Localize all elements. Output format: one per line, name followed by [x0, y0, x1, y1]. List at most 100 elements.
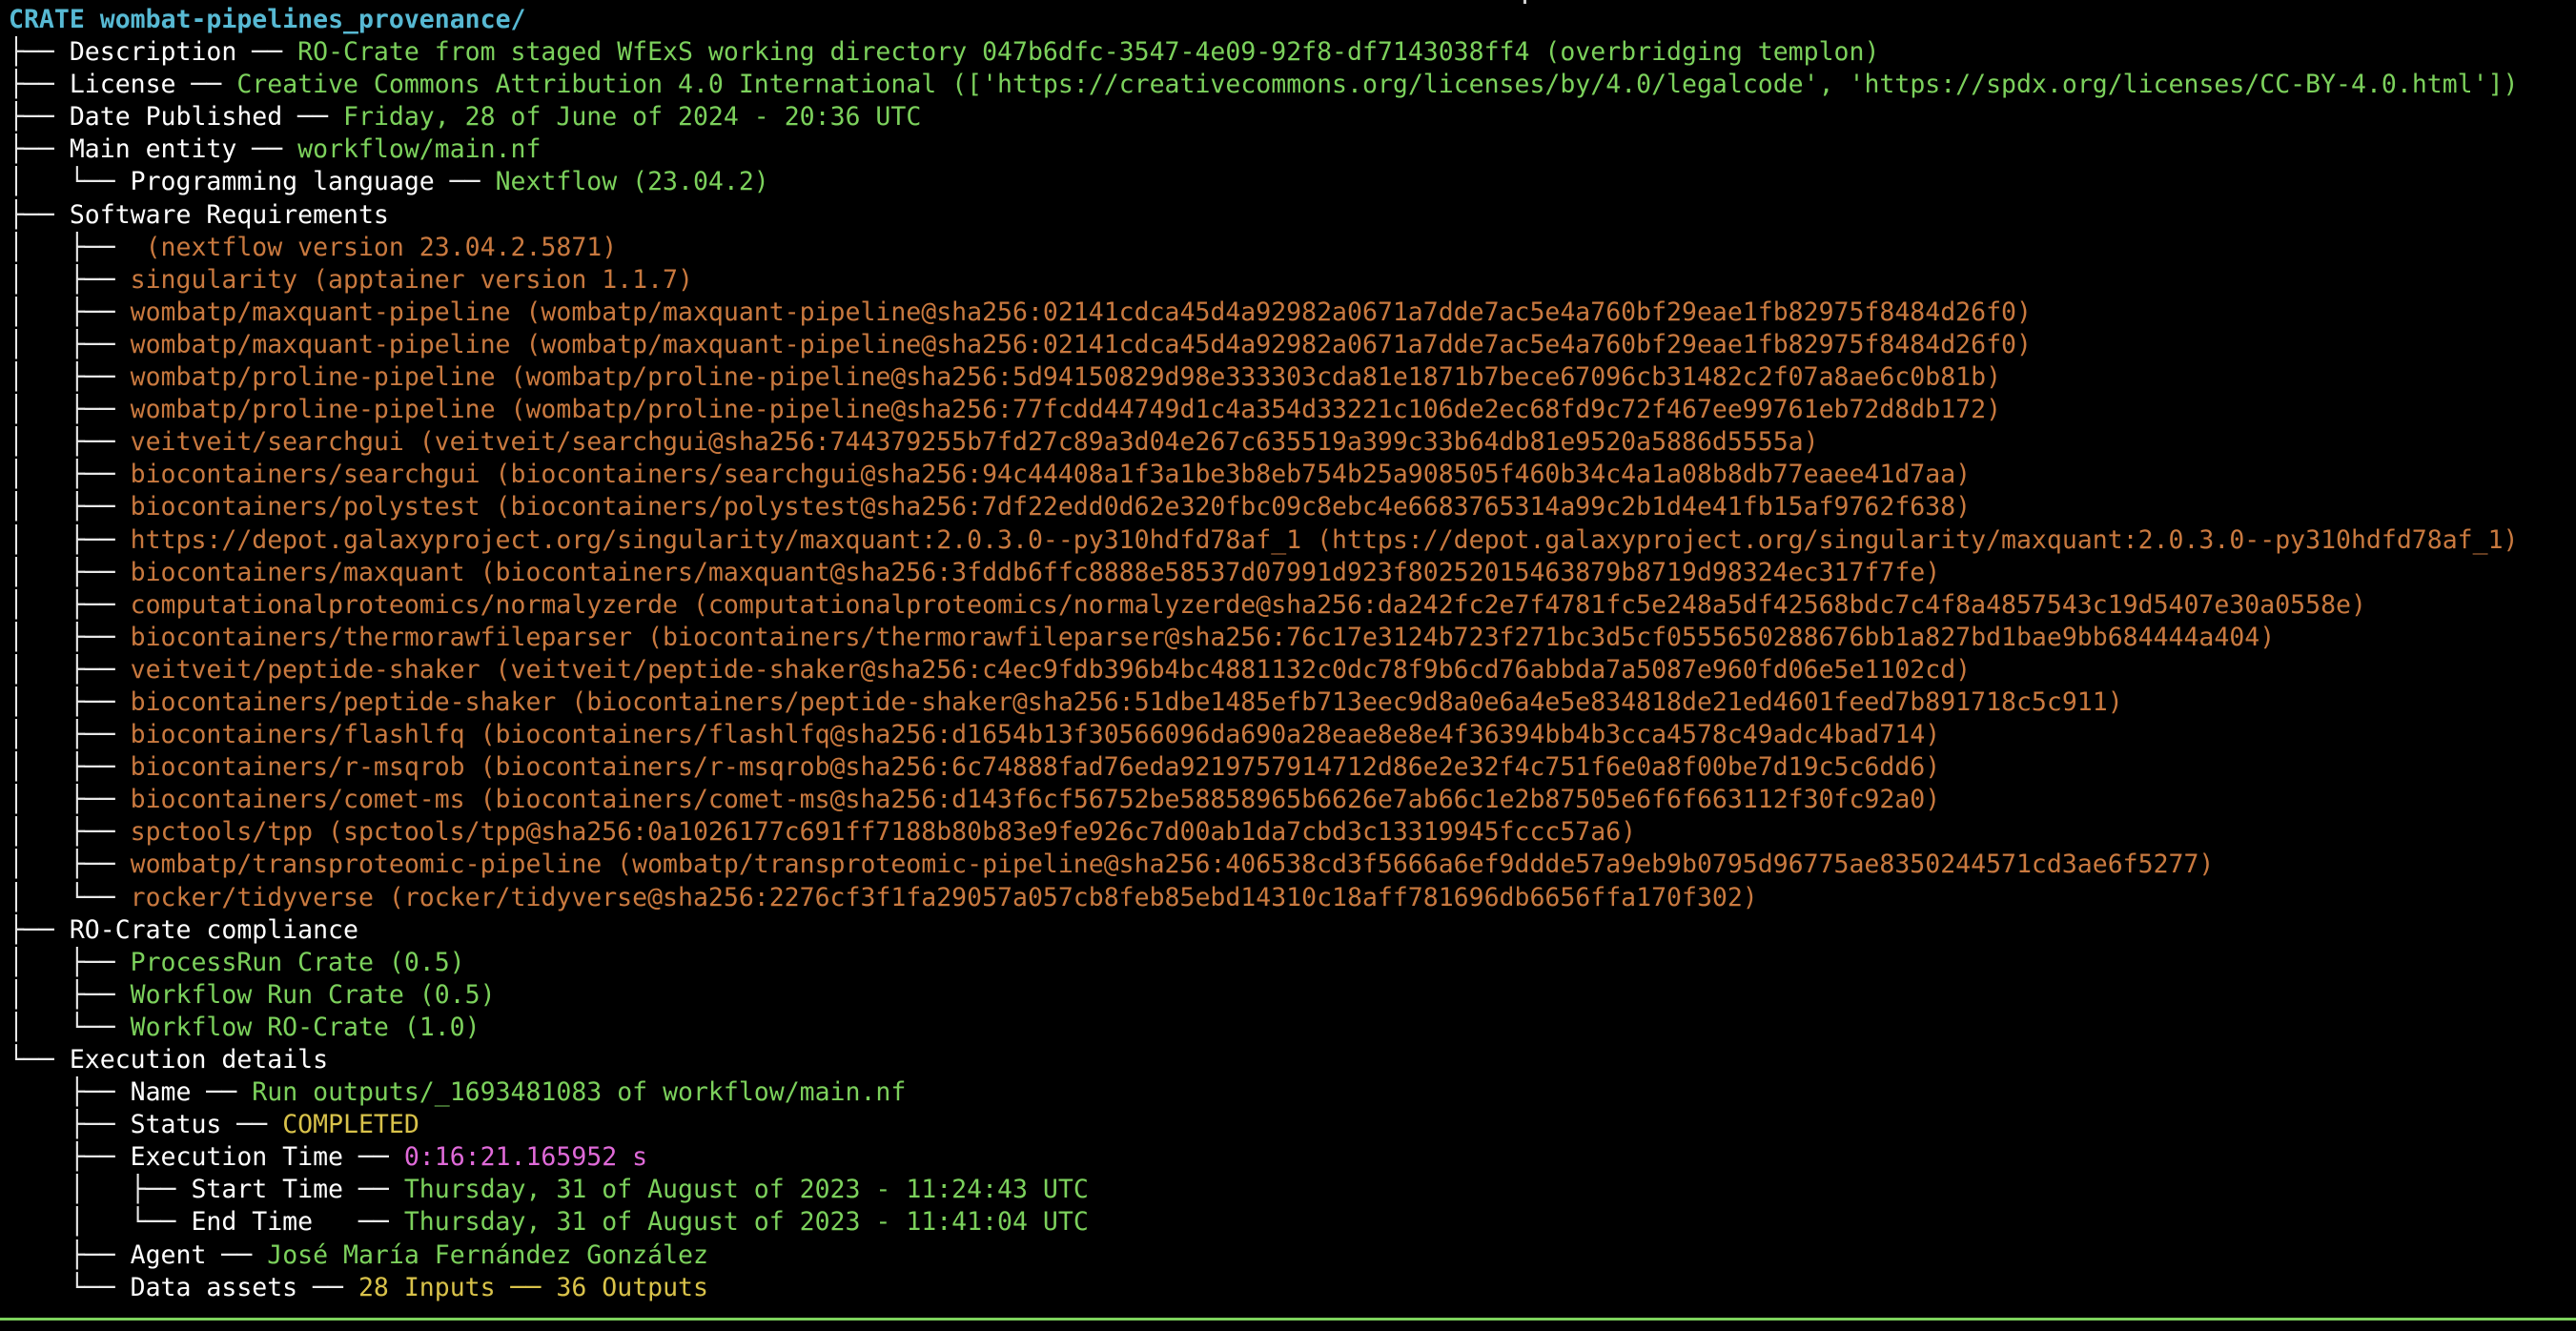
tree-branch: │ ├──	[9, 589, 131, 620]
data-assets-separator-post	[541, 1273, 556, 1302]
description-label: Description	[69, 37, 237, 68]
software-requirement-item: │ ├── wombatp/maxquant-pipeline (wombatp…	[9, 329, 2573, 361]
software-requirement-item-value: singularity (apptainer version 1.1.7)	[130, 264, 693, 295]
software-requirement-item: │ ├── biocontainers/searchgui (biocontai…	[9, 459, 2573, 491]
software-requirement-item-value: spctools/tpp (spctools/tpp@sha256:0a1026…	[130, 817, 1637, 848]
end-time-label: End Time	[191, 1207, 343, 1238]
data-assets-outputs: 36 Outputs	[556, 1272, 708, 1302]
tree-branch: │ ├──	[9, 947, 131, 977]
tree-branch: │ ├──	[9, 264, 131, 295]
software-requirement-item-value: wombatp/transproteomic-pipeline (wombatp…	[130, 850, 2215, 880]
separator: ──	[434, 167, 496, 197]
compliance-label: RO-Crate compliance	[69, 914, 358, 945]
data-assets-inputs: 28 Inputs	[358, 1272, 496, 1302]
data-assets-separator-pre	[496, 1273, 511, 1302]
separator: ──	[175, 70, 237, 100]
data-assets-row: └── Data assets ── 28 Inputs ── 36 Outpu…	[9, 1272, 2573, 1304]
software-requirement-item-value: biocontainers/r-msqrob (biocontainers/r-…	[130, 752, 1941, 783]
software-requirement-item-value: veitveit/peptide-shaker (veitveit/peptid…	[130, 654, 1972, 685]
terminal-output: CRATE wombat-pipelines_provenance/ ├── D…	[9, 4, 2573, 1304]
tree-branch: │ └──	[9, 1012, 131, 1042]
software-requirement-item: │ ├── biocontainers/polystest (biocontai…	[9, 491, 2573, 523]
main-entity-label: Main entity	[69, 134, 237, 165]
compliance-list: │ ├── ProcessRun Crate (0.5) │ ├── Workfl…	[9, 947, 2573, 1044]
execution-name-row: ├── Name ── Run outputs/_1693481083 of w…	[9, 1076, 2573, 1109]
tree-branch: ├──	[9, 1110, 131, 1140]
compliance-item: │ ├── Workflow Run Crate (0.5)	[9, 979, 2573, 1012]
tree-branch: │ └──	[9, 167, 131, 197]
tree-branch: │ └──	[9, 1207, 192, 1238]
license-label: License	[69, 70, 176, 100]
software-requirement-item: │ ├── wombatp/proline-pipeline (wombatp/…	[9, 394, 2573, 426]
software-requirement-item-value: biocontainers/thermorawfileparser (bioco…	[130, 622, 2276, 652]
software-requirement-item-value: biocontainers/polystest (biocontainers/p…	[130, 492, 1972, 522]
compliance-item-value: Workflow RO-Crate (1.0)	[130, 1012, 480, 1042]
software-requirement-item: │ ├── biocontainers/r-msqrob (biocontain…	[9, 751, 2573, 784]
software-requirement-item: │ ├── wombatp/proline-pipeline (wombatp/…	[9, 361, 2573, 394]
separator: ──	[236, 134, 298, 165]
tree-branch: ├──	[9, 1077, 131, 1108]
software-requirement-item: │ ├── veitveit/peptide-shaker (veitveit/…	[9, 654, 2573, 686]
software-requirement-item: │ ├── wombatp/transproteomic-pipeline (w…	[9, 849, 2573, 881]
start-time-label: Start Time	[191, 1175, 343, 1205]
status-label: Status	[130, 1110, 222, 1140]
tree-branch: │ ├──	[9, 686, 131, 717]
execution-details-row: └── Execution details	[9, 1044, 2573, 1076]
separator: ──	[221, 1110, 283, 1140]
software-requirement-item: │ ├── biocontainers/peptide-shaker (bioc…	[9, 686, 2573, 719]
software-requirement-item: │ ├── (nextflow version 23.04.2.5871)	[9, 232, 2573, 264]
execution-time-value: 0:16:21.165952 s	[403, 1142, 648, 1173]
tree-branch: │ ├──	[9, 1175, 192, 1205]
software-requirement-item: │ ├── computationalproteomics/normalyzer…	[9, 589, 2573, 622]
software-requirement-item: │ ├── biocontainers/flashlfq (biocontain…	[9, 719, 2573, 751]
tree-branch: │ ├──	[9, 232, 131, 262]
software-requirement-item-value: veitveit/searchgui (veitveit/searchgui@s…	[130, 427, 1819, 458]
software-requirement-item: │ ├── https://depot.galaxyproject.org/si…	[9, 524, 2573, 557]
tree-branch: ├──	[9, 1239, 131, 1270]
execution-time-label: Execution Time	[130, 1142, 344, 1173]
tree-branch: ├──	[9, 134, 70, 165]
end-time-row: │ └── End Time ── Thursday, 31 of August…	[9, 1206, 2573, 1239]
compliance-item: │ └── Workflow RO-Crate (1.0)	[9, 1012, 2573, 1044]
tree-branch: │ ├──	[9, 622, 131, 652]
software-requirement-item-value: https://depot.galaxyproject.org/singular…	[130, 524, 2519, 555]
software-requirement-item-value: rocker/tidyverse (rocker/tidyverse@sha25…	[130, 882, 1758, 912]
tree-branch: ├──	[9, 102, 70, 133]
crate-name: wombat-pipelines_provenance/	[99, 5, 526, 34]
tree-branch: │ ├──	[9, 492, 131, 522]
software-requirement-item: │ ├── biocontainers/comet-ms (biocontain…	[9, 784, 2573, 816]
software-requirement-item-value: biocontainers/comet-ms (biocontainers/co…	[130, 785, 1941, 815]
window-resize-handle	[1523, 0, 1526, 4]
programming-language-value: Nextflow (23.04.2)	[495, 167, 769, 197]
separator: ──	[282, 102, 344, 133]
execution-time-row: ├── Execution Time ── 0:16:21.165952 s	[9, 1141, 2573, 1174]
separator: ──	[343, 1175, 404, 1205]
software-requirement-item: │ ├── spctools/tpp (spctools/tpp@sha256:…	[9, 816, 2573, 849]
license-row: ├── License ── Creative Commons Attribut…	[9, 69, 2573, 101]
agent-row: ├── Agent ── José María Fernández Gonzál…	[9, 1239, 2573, 1272]
compliance-row: ├── RO-Crate compliance	[9, 914, 2573, 947]
software-requirements-row: ├── Software Requirements	[9, 199, 2573, 232]
data-assets-separator: ──	[510, 1272, 542, 1302]
separator: ──	[343, 1142, 404, 1173]
separator: ──	[343, 1207, 404, 1238]
data-assets-label: Data assets	[130, 1272, 298, 1302]
end-time-value: Thursday, 31 of August of 2023 - 11:41:0…	[403, 1207, 1089, 1238]
compliance-item-value: ProcessRun Crate (0.5)	[130, 947, 465, 977]
tree-branch: │ ├──	[9, 752, 131, 783]
execution-details-label: Execution details	[69, 1045, 329, 1075]
tree-branch: └──	[9, 1045, 70, 1075]
software-requirement-item-value: biocontainers/searchgui (biocontainers/s…	[130, 460, 1972, 490]
main-entity-value: workflow/main.nf	[297, 134, 542, 165]
compliance-item: │ ├── ProcessRun Crate (0.5)	[9, 947, 2573, 979]
tree-branch: │ ├──	[9, 979, 131, 1010]
tree-branch: │ ├──	[9, 362, 131, 393]
tree-branch: │ ├──	[9, 850, 131, 880]
tree-branch: │ ├──	[9, 720, 131, 750]
software-requirement-item-value: wombatp/maxquant-pipeline (wombatp/maxqu…	[130, 297, 2032, 327]
tree-branch: │ ├──	[9, 329, 131, 359]
tree-branch: │ ├──	[9, 395, 131, 425]
date-published-label: Date Published	[69, 102, 283, 133]
status-row: ├── Status ── COMPLETED	[9, 1109, 2573, 1141]
tree-branch: │ ├──	[9, 557, 131, 587]
